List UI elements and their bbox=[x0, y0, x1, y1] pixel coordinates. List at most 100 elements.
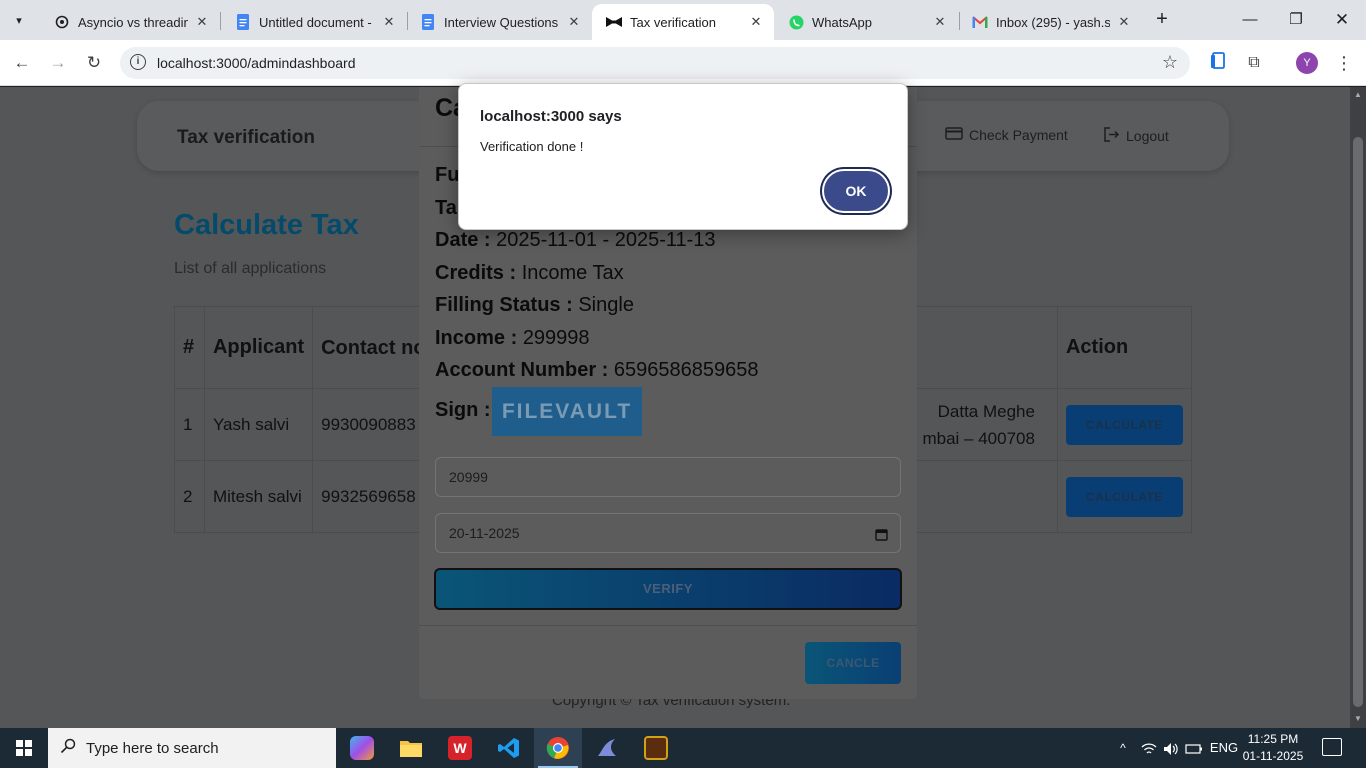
tab-untitled-document[interactable]: Untitled document - ( ✕ bbox=[221, 4, 407, 40]
more-menu-icon[interactable]: ⋮ bbox=[1333, 52, 1355, 74]
show-hidden-icons[interactable]: ^ bbox=[1112, 728, 1134, 768]
tab-search-icon[interactable]: ▾ bbox=[6, 8, 32, 32]
battery-icon[interactable] bbox=[1183, 728, 1205, 768]
close-icon[interactable]: ✕ bbox=[566, 14, 582, 30]
detail-filling-status: Filling Status : Single bbox=[435, 294, 634, 317]
scrollbar-thumb[interactable] bbox=[1353, 137, 1363, 707]
logout-link[interactable]: Logout bbox=[1103, 127, 1169, 145]
browser-toolbar: ← → ↻ i localhost:3000/admindashboard ☆ … bbox=[0, 40, 1366, 86]
detail-tax: Ta bbox=[435, 197, 457, 220]
close-icon[interactable]: ✕ bbox=[381, 14, 397, 30]
detail-label: Credits : bbox=[435, 262, 517, 284]
tab-tax-verification[interactable]: Tax verification ✕ bbox=[592, 4, 774, 40]
tab-interview-questions[interactable]: Interview Questions - ✕ bbox=[406, 4, 592, 40]
back-icon[interactable]: ← bbox=[9, 50, 35, 76]
detail-value: 299998 bbox=[522, 327, 590, 349]
close-icon[interactable]: ✕ bbox=[748, 14, 764, 30]
row-number: 2 bbox=[174, 460, 205, 533]
alert-message: Verification done ! bbox=[480, 139, 584, 154]
notification-center-icon[interactable] bbox=[1322, 738, 1342, 756]
page-subtitle: List of all applications bbox=[174, 260, 327, 277]
close-icon[interactable]: ✕ bbox=[194, 14, 210, 30]
page-title: Calculate Tax bbox=[174, 209, 359, 241]
ok-button[interactable]: OK bbox=[822, 169, 890, 213]
detail-credits: Credits : Income Tax bbox=[435, 262, 624, 285]
applicant-name: Yash salvi bbox=[203, 388, 314, 461]
due-date-input[interactable]: 20-11-2025 bbox=[435, 513, 901, 553]
chrome-icon[interactable] bbox=[534, 728, 582, 768]
brand-title[interactable]: Tax verification bbox=[177, 127, 315, 149]
col-header-applicant: Applicant bbox=[203, 306, 314, 389]
detail-account-number: Account Number : 6596586859658 bbox=[435, 359, 759, 382]
tax-amount-input[interactable]: 20999 bbox=[435, 457, 901, 497]
window-close-icon[interactable]: ✕ bbox=[1322, 6, 1362, 34]
alert-title: localhost:3000 says bbox=[480, 108, 622, 125]
due-date-value: 20-11-2025 bbox=[449, 525, 520, 541]
check-payment-link[interactable]: Check Payment bbox=[945, 127, 1068, 143]
cancel-button[interactable]: CANCLE bbox=[805, 642, 901, 684]
col-header-number: # bbox=[174, 306, 205, 389]
new-tab-icon[interactable]: + bbox=[1150, 8, 1174, 32]
clock-date: 01-11-2025 bbox=[1242, 749, 1304, 763]
restore-icon[interactable]: ❐ bbox=[1276, 6, 1316, 34]
detail-income: Income : 299998 bbox=[435, 327, 590, 350]
mysql-workbench-icon[interactable] bbox=[583, 728, 631, 768]
site-info-icon[interactable]: i bbox=[130, 54, 146, 70]
calendar-icon[interactable] bbox=[875, 514, 888, 552]
wps-office-icon[interactable]: W bbox=[436, 728, 484, 768]
tab-title: Asyncio vs threading bbox=[78, 14, 188, 30]
minimize-icon[interactable]: — bbox=[1230, 6, 1270, 34]
tab-whatsapp[interactable]: WhatsApp ✕ bbox=[774, 4, 958, 40]
calculate-button[interactable]: CALCULATE bbox=[1065, 404, 1183, 445]
signature-image: FILEVAULT bbox=[492, 387, 642, 436]
whatsapp-icon bbox=[788, 14, 804, 30]
reload-icon[interactable]: ↻ bbox=[81, 50, 107, 76]
logout-icon bbox=[1103, 127, 1120, 145]
tab-asyncio[interactable]: Asyncio vs threading ✕ bbox=[40, 4, 220, 40]
calculate-button[interactable]: CALCULATE bbox=[1065, 476, 1183, 517]
windows-taskbar: Type here to search W ^ ENG 11:25 PM 01-… bbox=[0, 728, 1366, 768]
game-app-icon[interactable] bbox=[632, 728, 680, 768]
applicant-name: Mitesh salvi bbox=[203, 460, 314, 533]
page-scrollbar[interactable]: ▲ ▼ bbox=[1350, 87, 1366, 728]
detail-label: Fu bbox=[435, 164, 460, 186]
close-icon[interactable]: ✕ bbox=[1116, 14, 1132, 30]
windows-start-icon[interactable] bbox=[0, 728, 48, 768]
reading-mode-icon[interactable] bbox=[1207, 52, 1229, 74]
action-cell: CALCULATE bbox=[1056, 460, 1193, 533]
detail-label: Account Number : bbox=[435, 359, 609, 381]
address-bar[interactable]: i localhost:3000/admindashboard ☆ bbox=[120, 47, 1190, 79]
scroll-down-icon[interactable]: ▼ bbox=[1353, 714, 1363, 724]
clock[interactable]: 11:25 PM 01-11-2025 bbox=[1242, 731, 1304, 765]
openai-icon bbox=[54, 14, 70, 30]
vscode-icon[interactable] bbox=[485, 728, 533, 768]
tab-gmail-inbox[interactable]: Inbox (295) - yash.sa ✕ bbox=[958, 4, 1142, 40]
tab-title: WhatsApp bbox=[812, 14, 872, 30]
bow-tie-icon bbox=[606, 14, 622, 30]
tab-title: Inbox (295) - yash.sa bbox=[996, 14, 1110, 30]
taskbar-search-box[interactable]: Type here to search bbox=[48, 728, 336, 768]
volume-icon[interactable] bbox=[1160, 728, 1182, 768]
profile-avatar[interactable]: Y bbox=[1296, 52, 1318, 74]
detail-value: 2025-11-01 - 2025-11-13 bbox=[496, 229, 716, 251]
google-docs-icon bbox=[235, 14, 251, 30]
detail-value: Single bbox=[578, 294, 634, 316]
detail-label: Income : bbox=[435, 327, 518, 349]
scroll-up-icon[interactable]: ▲ bbox=[1353, 90, 1363, 100]
close-icon[interactable]: ✕ bbox=[932, 14, 948, 30]
tab-title: Untitled document - ( bbox=[259, 14, 375, 30]
detail-date: Date : 2025-11-01 - 2025-11-13 bbox=[435, 229, 716, 252]
extensions-icon[interactable]: ⧉ bbox=[1243, 52, 1265, 74]
bookmark-star-icon[interactable]: ☆ bbox=[1162, 52, 1178, 73]
network-icon[interactable] bbox=[1138, 728, 1160, 768]
url-text[interactable]: localhost:3000/admindashboard bbox=[157, 55, 355, 71]
language-indicator[interactable]: ENG bbox=[1208, 728, 1240, 768]
detail-label: Ta bbox=[435, 197, 457, 219]
forward-icon[interactable]: → bbox=[45, 50, 71, 76]
verify-button[interactable]: VERIFY bbox=[434, 568, 902, 610]
gmail-icon bbox=[972, 14, 988, 30]
copilot-icon[interactable] bbox=[338, 728, 386, 768]
check-payment-label: Check Payment bbox=[969, 127, 1068, 143]
row-number: 1 bbox=[174, 388, 205, 461]
file-explorer-icon[interactable] bbox=[387, 728, 435, 768]
